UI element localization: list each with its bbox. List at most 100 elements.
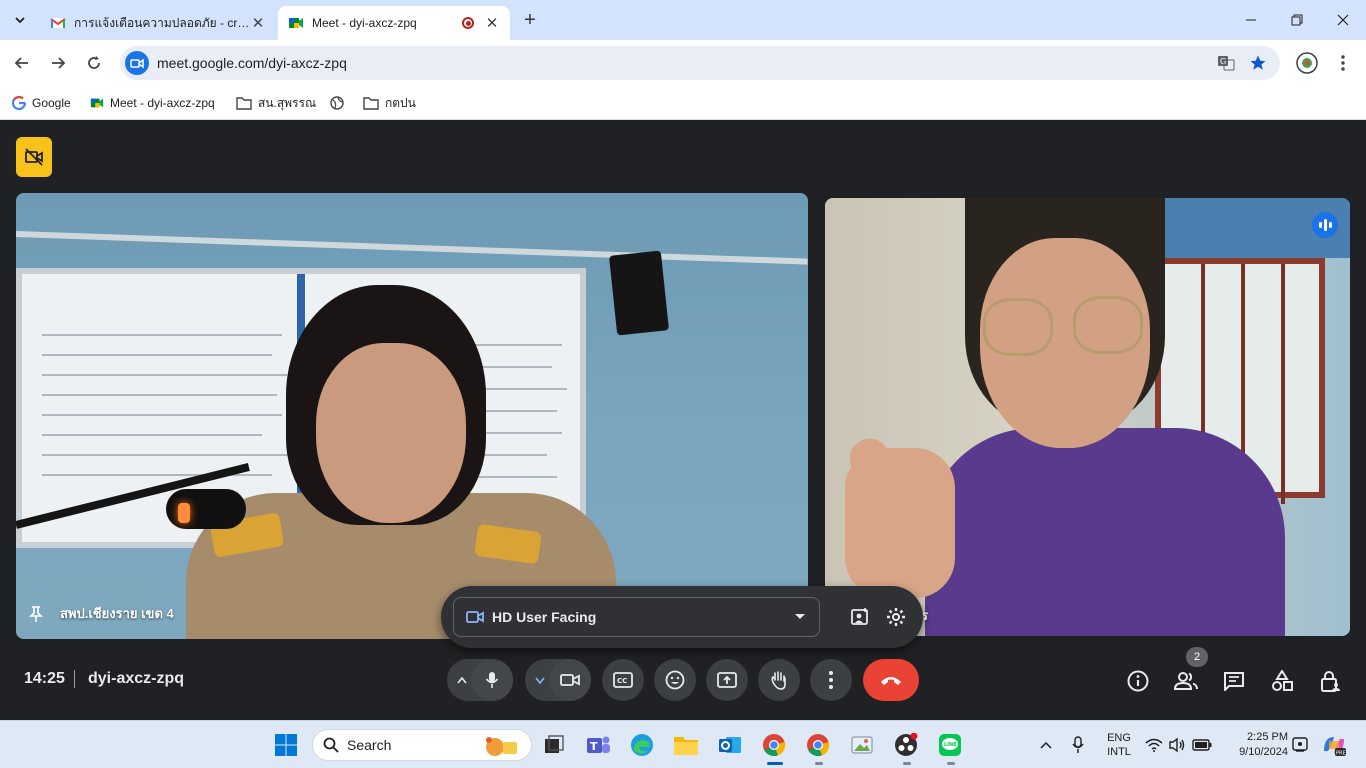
line-app[interactable]: LINE bbox=[936, 731, 964, 759]
search-highlight-icon bbox=[486, 737, 517, 756]
video-settings-button[interactable] bbox=[882, 603, 910, 631]
close-icon bbox=[1337, 14, 1349, 26]
video-detail bbox=[983, 298, 1053, 356]
show-hidden-icons-button[interactable] bbox=[1036, 735, 1056, 755]
leave-call-button[interactable] bbox=[863, 659, 919, 701]
participant-tile[interactable]: ร bbox=[825, 198, 1350, 636]
show-everyone-button[interactable] bbox=[1172, 667, 1200, 695]
tab-meet[interactable]: Meet - dyi-axcz-zpq ✕ bbox=[278, 6, 510, 40]
teams-app[interactable]: T bbox=[584, 731, 612, 759]
folder-icon bbox=[236, 97, 252, 110]
close-icon[interactable]: ✕ bbox=[250, 15, 266, 32]
self-view-hidden-button[interactable] bbox=[16, 137, 52, 177]
minimize-icon bbox=[1246, 19, 1256, 21]
outlook-app[interactable] bbox=[716, 731, 744, 759]
bookmark-label: กตปน bbox=[385, 95, 416, 110]
restore-icon bbox=[1291, 14, 1303, 26]
end-call-icon bbox=[881, 677, 901, 685]
chevron-up-icon bbox=[1040, 741, 1052, 749]
more-options-button[interactable] bbox=[810, 659, 852, 701]
edge-app[interactable] bbox=[628, 731, 656, 759]
volume-button[interactable] bbox=[1168, 735, 1188, 755]
reload-icon bbox=[88, 56, 100, 69]
google-meet-icon bbox=[90, 98, 104, 108]
camera-select-value: HD User Facing bbox=[492, 609, 597, 625]
chrome-menu-button[interactable] bbox=[1331, 51, 1355, 75]
chrome-profile-app[interactable] bbox=[804, 731, 832, 759]
restore-button[interactable] bbox=[1274, 0, 1320, 40]
folder-icon bbox=[363, 97, 379, 110]
language-code: ENG bbox=[1107, 732, 1131, 744]
arrow-left-icon bbox=[14, 57, 28, 69]
close-window-button[interactable] bbox=[1320, 0, 1366, 40]
google-meet-icon bbox=[289, 18, 303, 28]
bookmark-google[interactable]: Google bbox=[12, 92, 71, 114]
bookmark-star-button[interactable] bbox=[1246, 51, 1270, 75]
host-controls-button[interactable] bbox=[1316, 667, 1344, 695]
tab-gmail[interactable]: การแจ้งเตือนความปลอดภัย - cri4@ ✕ bbox=[40, 6, 276, 40]
copilot-button[interactable]: PRE bbox=[1320, 731, 1348, 759]
system-clock[interactable]: 2:25 PM 9/10/2024 bbox=[1222, 730, 1288, 760]
chrome-icon bbox=[807, 734, 830, 757]
forward-button[interactable] bbox=[44, 49, 72, 77]
camera-select[interactable]: HD User Facing bbox=[453, 597, 820, 637]
bookmark-meet[interactable]: Meet - dyi-axcz-zpq bbox=[90, 92, 215, 114]
tab-search-button[interactable] bbox=[8, 8, 32, 32]
people-count-badge: 2 bbox=[1186, 647, 1208, 667]
participant-name-label: สพป.เชียงราย เขต 4 bbox=[60, 606, 174, 621]
captions-button[interactable]: CC bbox=[602, 659, 644, 701]
translate-icon: G bbox=[1218, 56, 1235, 71]
activities-button[interactable] bbox=[1268, 667, 1296, 695]
task-view-button[interactable] bbox=[540, 731, 568, 759]
mute-microphone-button[interactable] bbox=[471, 659, 513, 701]
microphone-in-use-button[interactable] bbox=[1068, 735, 1088, 755]
present-now-button[interactable] bbox=[706, 659, 748, 701]
bookmark-globe[interactable] bbox=[330, 92, 350, 114]
speaker-icon bbox=[1169, 737, 1185, 753]
new-tab-button[interactable]: + bbox=[518, 8, 542, 32]
translate-button[interactable]: G bbox=[1214, 51, 1238, 75]
copilot-icon: PRE bbox=[1324, 737, 1346, 757]
apply-visual-effects-button[interactable] bbox=[846, 603, 874, 631]
outlook-icon bbox=[719, 737, 741, 753]
video-detail bbox=[925, 428, 1285, 636]
chat-button[interactable] bbox=[1220, 667, 1248, 695]
meeting-details-button[interactable] bbox=[1124, 667, 1152, 695]
input-language-indicator[interactable]: ENG INTL bbox=[1104, 731, 1134, 759]
file-explorer-app[interactable] bbox=[672, 731, 700, 759]
profile-button[interactable] bbox=[1295, 51, 1319, 75]
participant-tile[interactable]: สพป.เชียงราย เขต 4 bbox=[16, 193, 808, 639]
avatar-icon bbox=[1296, 52, 1318, 74]
google-icon bbox=[12, 96, 26, 110]
taskbar-search[interactable]: Search bbox=[312, 729, 532, 761]
toggle-camera-button[interactable] bbox=[549, 659, 591, 701]
bookmark-folder[interactable]: กตปน bbox=[363, 92, 416, 114]
closed-captions-icon: CC bbox=[613, 672, 633, 688]
tab-title: Meet - dyi-axcz-zpq bbox=[312, 16, 417, 30]
obs-app[interactable] bbox=[892, 731, 920, 759]
wifi-icon bbox=[1145, 738, 1163, 752]
svg-text:CC: CC bbox=[617, 677, 627, 685]
pin-icon bbox=[29, 605, 43, 622]
people-icon bbox=[1174, 672, 1198, 690]
battery-button[interactable] bbox=[1192, 735, 1212, 755]
network-button[interactable] bbox=[1144, 735, 1164, 755]
activities-icon bbox=[1272, 670, 1293, 691]
minimize-button[interactable] bbox=[1228, 0, 1274, 40]
start-button[interactable] bbox=[272, 731, 300, 759]
folder-icon bbox=[674, 737, 698, 755]
photos-app[interactable] bbox=[848, 731, 876, 759]
microphone-control bbox=[447, 659, 513, 701]
chrome-app[interactable] bbox=[760, 731, 788, 759]
back-button[interactable] bbox=[8, 49, 36, 77]
search-icon bbox=[323, 737, 339, 753]
svg-text:LINE: LINE bbox=[944, 742, 957, 748]
reload-button[interactable] bbox=[80, 49, 108, 77]
raise-hand-button[interactable] bbox=[758, 659, 800, 701]
address-bar[interactable]: meet.google.com/dyi-axcz-zpq G bbox=[120, 46, 1280, 80]
close-icon[interactable]: ✕ bbox=[484, 15, 500, 32]
send-reaction-button[interactable] bbox=[654, 659, 696, 701]
bookmark-folder[interactable]: สน.สุพรรณ bbox=[236, 92, 316, 114]
emoji-icon bbox=[665, 670, 685, 690]
notifications-button[interactable] bbox=[1290, 735, 1310, 755]
